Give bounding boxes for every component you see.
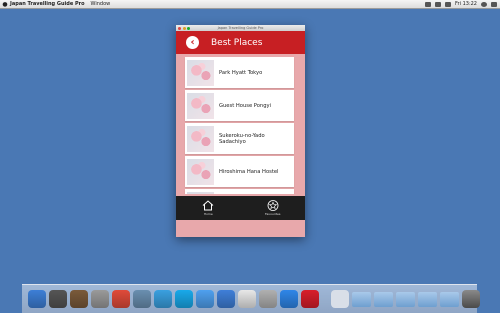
close-window-button[interactable] [178,26,181,30]
folder-icon[interactable] [440,291,459,307]
chevron-left-icon: ‹ [190,37,195,48]
place-name: Sukeroku-no-Yado Sadachiyo [219,132,265,145]
itunes-icon[interactable] [217,290,235,308]
place-thumbnail [187,92,214,119]
app-header: ‹ Best Places [176,31,305,54]
star-icon [267,200,279,211]
folder-icon[interactable] [352,291,371,307]
list-item[interactable]: Park Hyatt Tokyo [185,57,294,88]
textedit-icon[interactable] [238,290,256,308]
tab-home[interactable]: Home [188,200,228,216]
chrome-icon[interactable] [112,290,130,308]
window-title: Japan Travelling Guide Pro [217,26,264,30]
tab-home-label: Home [203,212,213,216]
place-thumbnail [187,158,214,185]
apple-menu-icon[interactable]: ● [0,1,10,8]
dock [22,284,480,313]
system-preferences-icon[interactable] [91,290,109,308]
list-item[interactable] [185,189,294,194]
window-menu[interactable]: Window [91,1,111,7]
place-thumbnail [187,125,214,152]
tab-favourites-label: Favourites [265,212,281,216]
list-item[interactable]: Guest House Pongyi [185,90,294,121]
places-list[interactable]: Park Hyatt Tokyo Guest House Pongyi Suke… [176,54,305,194]
list-item[interactable]: Sukeroku-no-Yado Sadachiyo [185,123,294,154]
app-menu[interactable]: Japan Travelling Guide Pro [10,1,85,7]
spotlight-icon[interactable] [481,1,487,7]
status-area: Fri 13:22 [425,1,500,7]
battery-icon[interactable] [445,1,452,7]
preview-icon[interactable] [133,290,151,308]
japan-guide-icon[interactable] [301,290,319,308]
tab-bar: Home Favourites [176,196,305,220]
window-titlebar[interactable]: Japan Travelling Guide Pro [176,25,305,31]
trash-icon[interactable] [462,290,480,308]
back-button[interactable]: ‹ [186,36,199,49]
page-title: Best Places [211,37,263,48]
place-name: Guest House Pongyi [219,102,271,109]
installer-icon[interactable] [259,290,277,308]
place-thumbnail [187,59,214,86]
menu-bar: ● Japan Travelling Guide Pro Window Fri … [0,0,500,9]
mission-control-icon[interactable] [70,290,88,308]
zoom-window-button[interactable] [187,26,190,30]
volume-icon[interactable] [435,1,442,7]
list-item[interactable]: Hiroshima Hana Hostel [185,156,294,187]
safari-icon[interactable] [154,290,172,308]
messages-icon[interactable] [196,290,214,308]
window-controls [178,26,190,30]
folder-icon[interactable] [418,291,437,307]
wifi-icon[interactable] [425,1,432,7]
finder-icon[interactable] [28,290,46,308]
tab-favourites[interactable]: Favourites [253,200,293,216]
folder-icon[interactable] [374,291,393,307]
dashboard-icon[interactable] [49,290,67,308]
minimize-window-button[interactable] [182,26,186,30]
place-thumbnail [187,191,214,194]
folder-icon[interactable] [396,291,415,307]
minimized-window-icon[interactable] [331,290,349,308]
app-window: Japan Travelling Guide Pro ‹ Best Places… [176,25,305,237]
app-store-icon[interactable] [280,290,298,308]
clock[interactable]: Fri 13:22 [455,1,477,7]
place-name: Park Hyatt Tokyo [219,69,263,76]
notification-center-icon[interactable] [491,1,497,7]
home-icon [202,200,214,211]
skype-icon[interactable] [175,290,193,308]
place-name: Hiroshima Hana Hostel [219,168,279,175]
